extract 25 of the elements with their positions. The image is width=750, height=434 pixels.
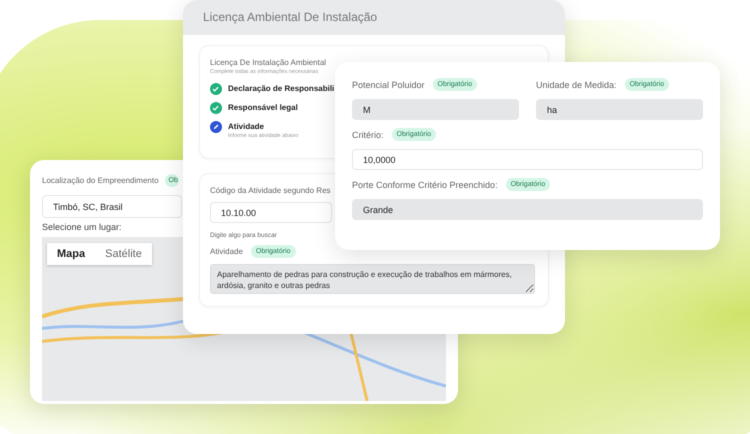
- map-type-tab[interactable]: Mapa: [47, 243, 96, 265]
- activity-description-field[interactable]: Aparelhamento de pedras para construção e execução de trabalhos em mármores, ardósia, granito e outras pedras: [210, 264, 535, 294]
- pencil-circle-icon: [210, 121, 222, 133]
- check-circle-icon: [210, 102, 222, 114]
- text-field[interactable]: ha: [536, 99, 703, 120]
- step-label: Declaração de Responsabili: [228, 83, 334, 95]
- field-label: Localização do Empreendimento: [42, 176, 159, 185]
- activity-code-field[interactable]: 10.10.00: [210, 202, 332, 223]
- field-label: Potencial Poluidor: [352, 80, 425, 90]
- check-circle-icon: [210, 83, 222, 95]
- map-type-tab[interactable]: Satélite: [95, 243, 152, 265]
- section-title: Licença De Instalação Ambiental: [210, 58, 328, 67]
- field-label: Selecione um lugar:: [42, 222, 123, 232]
- text-field[interactable]: 10,0000: [352, 149, 703, 170]
- field-label: Porte Conforme Critério Preenchido:: [352, 180, 498, 190]
- step-label: Atividade: [228, 121, 266, 133]
- field-label: Código da Atividade segundo Res: [210, 186, 332, 195]
- text-field[interactable]: Grande: [352, 199, 703, 220]
- field-label: Unidade de Medida:: [536, 80, 617, 90]
- field-label: Critério:: [352, 130, 384, 140]
- text-field[interactable]: M: [352, 99, 519, 120]
- window-title: Licença Ambiental De Instalação: [183, 0, 565, 35]
- step-label: Responsável legal: [228, 102, 298, 114]
- field-label: Atividade: [210, 247, 243, 256]
- address-field[interactable]: Timbó, SC, Brasil: [42, 195, 182, 218]
